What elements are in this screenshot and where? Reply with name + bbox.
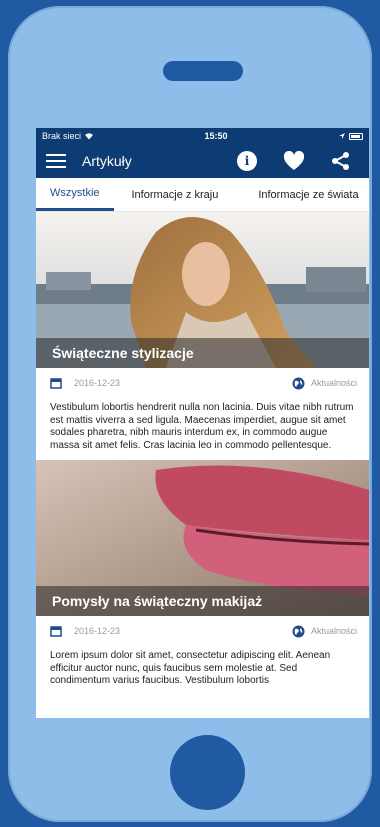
article-image: Świąteczne stylizacje xyxy=(36,212,369,368)
globe-icon xyxy=(292,377,305,389)
phone-speaker xyxy=(163,61,243,81)
article-title: Świąteczne stylizacje xyxy=(36,338,369,368)
tab-world[interactable]: Informacje ze świata xyxy=(228,178,368,211)
article-category: Aktualności xyxy=(310,626,357,636)
article-meta: 2016-12-23 Aktualności xyxy=(36,368,369,398)
carrier-label: Brak sieci xyxy=(42,131,82,141)
article-date: 2016-12-23 xyxy=(74,626,121,636)
menu-icon[interactable] xyxy=(46,154,66,168)
article-card[interactable]: Pomysły na świąteczny makijaż 2016-12-23… xyxy=(36,460,369,696)
article-card[interactable]: Świąteczne stylizacje 2016-12-23 Aktualn… xyxy=(36,212,369,460)
phone-frame: Brak sieci 15:50 Artykuły i Wszystkie In… xyxy=(8,6,372,822)
article-date: 2016-12-23 xyxy=(74,378,121,388)
calendar-icon xyxy=(50,378,62,389)
article-title: Pomysły na świąteczny makijaż xyxy=(36,586,369,616)
home-button[interactable] xyxy=(170,735,245,810)
article-meta: 2016-12-23 Aktualności xyxy=(36,616,369,646)
clock-label: 15:50 xyxy=(204,131,228,141)
tab-national[interactable]: Informacje z kraju xyxy=(114,178,229,211)
page-title: Artykuły xyxy=(82,153,132,169)
share-icon[interactable] xyxy=(331,151,351,171)
location-icon xyxy=(338,133,345,139)
article-excerpt: Vestibulum lobortis hendrerit nulla non … xyxy=(50,402,354,451)
calendar-icon xyxy=(50,626,62,637)
article-category: Aktualności xyxy=(310,378,357,388)
app-navbar: Artykuły i xyxy=(36,144,369,178)
heart-icon[interactable] xyxy=(283,151,305,171)
article-excerpt: Lorem ipsum dolor sit amet, consectetur … xyxy=(50,650,331,686)
article-image: Pomysły na świąteczny makijaż xyxy=(36,460,369,616)
status-bar: Brak sieci 15:50 xyxy=(36,128,369,144)
globe-icon xyxy=(292,625,305,637)
info-icon[interactable]: i xyxy=(237,151,257,171)
tab-all[interactable]: Wszystkie xyxy=(36,178,114,211)
wifi-icon xyxy=(85,133,94,140)
category-tabs: Wszystkie Informacje z kraju Informacje … xyxy=(36,178,369,212)
battery-icon xyxy=(348,132,363,140)
app-screen: Brak sieci 15:50 Artykuły i Wszystkie In… xyxy=(36,128,369,718)
